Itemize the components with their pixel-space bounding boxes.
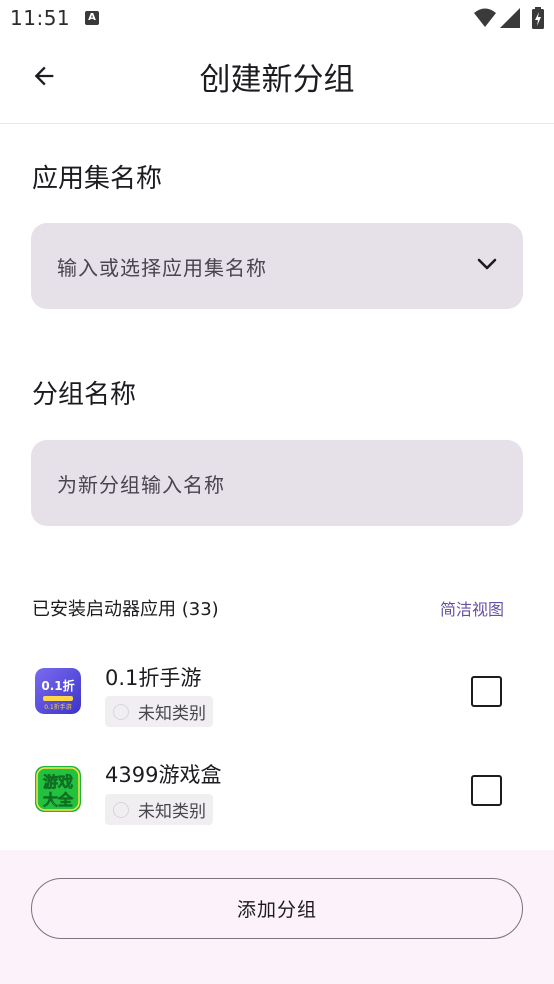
group-name-placeholder: 为新分组输入名称 <box>57 473 225 497</box>
battery-charging-icon <box>532 7 544 29</box>
category-label: 未知类别 <box>138 704 206 724</box>
category-chip: 未知类别 <box>105 696 213 727</box>
collection-name-placeholder: 输入或选择应用集名称 <box>57 256 267 280</box>
app-checkbox[interactable] <box>471 775 502 806</box>
add-group-button[interactable]: 添加分组 <box>31 878 523 939</box>
a-notification-icon: A <box>85 11 99 25</box>
app-icon-01zhe: 0.1折 0.1折手游 <box>35 668 81 714</box>
collection-name-dropdown[interactable]: 输入或选择应用集名称 <box>31 223 523 309</box>
app-icon-4399: 游戏 大全 <box>35 766 81 812</box>
app-icon-text: 游戏 <box>43 773 73 791</box>
group-name-field[interactable]: 为新分组输入名称 <box>31 440 523 526</box>
wifi-icon <box>474 8 496 27</box>
app-icon-subtext: 大全 <box>43 791 74 809</box>
app-checkbox[interactable] <box>471 676 502 707</box>
group-name-label: 分组名称 <box>32 380 137 410</box>
chevron-down-icon[interactable] <box>477 257 497 271</box>
app-bar: 创建新分组 <box>0 38 554 124</box>
app-name: 4399游戏盒 <box>105 763 222 787</box>
installed-apps-header: 已安装启动器应用 (33) <box>32 599 219 620</box>
add-group-label: 添加分组 <box>236 899 317 921</box>
app-icon-subtext: 0.1折手游 <box>44 703 72 711</box>
category-label: 未知类别 <box>138 802 206 822</box>
page-title: 创建新分组 <box>199 62 355 98</box>
category-circle-icon <box>113 801 129 818</box>
app-row[interactable]: 0.1折 0.1折手游 0.1折手游 未知类别 <box>0 645 554 741</box>
signal-icon <box>500 8 520 28</box>
status-bar: 11:51 A <box>0 0 554 38</box>
status-time: 11:51 <box>10 6 71 30</box>
bottom-action-bar: 添加分组 <box>0 850 554 984</box>
collection-name-label: 应用集名称 <box>32 164 163 194</box>
category-circle-icon <box>113 703 129 720</box>
category-chip: 未知类别 <box>105 794 213 825</box>
compact-view-toggle[interactable]: 简洁视图 <box>440 596 504 620</box>
app-row[interactable]: 游戏 大全 4399游戏盒 未知类别 <box>0 744 554 840</box>
app-name: 0.1折手游 <box>105 666 202 690</box>
app-icon-text: 0.1折 <box>41 678 74 693</box>
